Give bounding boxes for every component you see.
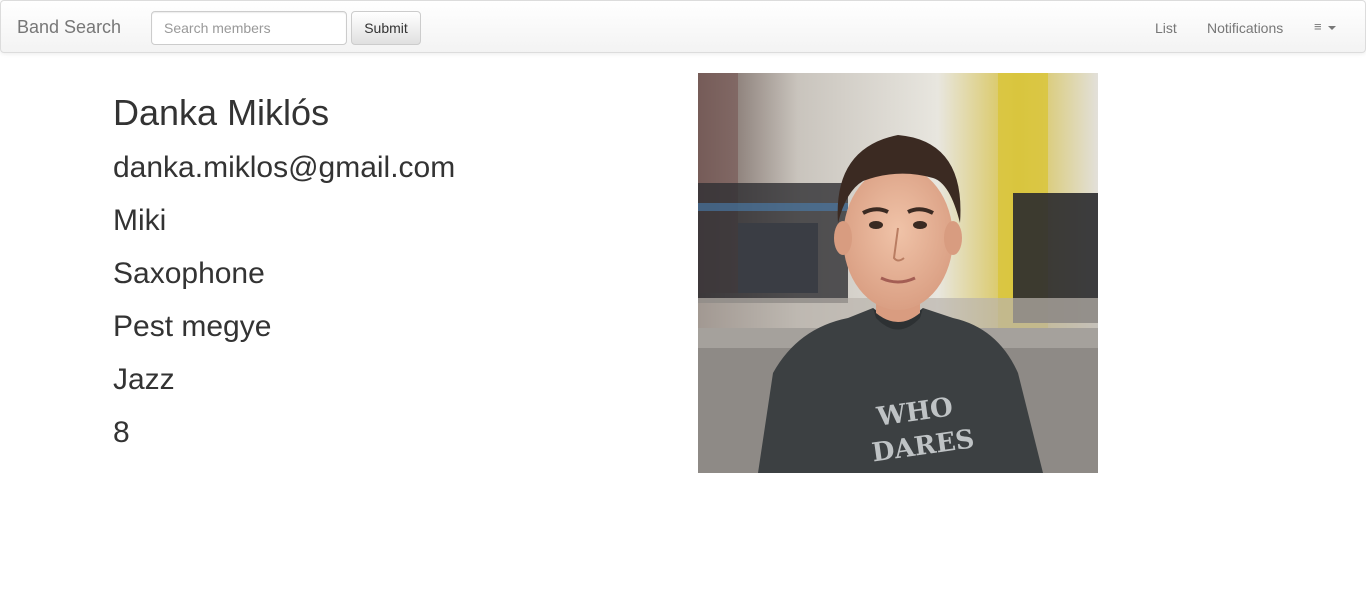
nav-notifications-link[interactable]: Notifications (1207, 19, 1283, 37)
profile-number: 8 (113, 416, 130, 449)
profile-nickname: Miki (113, 204, 167, 237)
hamburger-icon: ≡ (1314, 19, 1322, 34)
profile-county: Pest megye (113, 310, 272, 343)
top-navbar: Band Search Submit List Notifications ≡ (0, 0, 1366, 53)
caret-down-icon (1327, 25, 1336, 30)
profile-name: Danka Miklós (113, 92, 330, 133)
submit-button[interactable]: Submit (351, 11, 421, 45)
nav-list-link[interactable]: List (1155, 19, 1177, 37)
profile-instrument: Saxophone (113, 257, 265, 290)
profile-email: danka.miklos@gmail.com (113, 151, 456, 184)
search-input[interactable] (151, 11, 347, 45)
profile-photo: WHO DARES (698, 73, 1098, 473)
brand-link[interactable]: Band Search (17, 16, 121, 38)
menu-dropdown-toggle[interactable]: ≡ (1314, 18, 1336, 36)
profile-genre: Jazz (113, 363, 175, 396)
